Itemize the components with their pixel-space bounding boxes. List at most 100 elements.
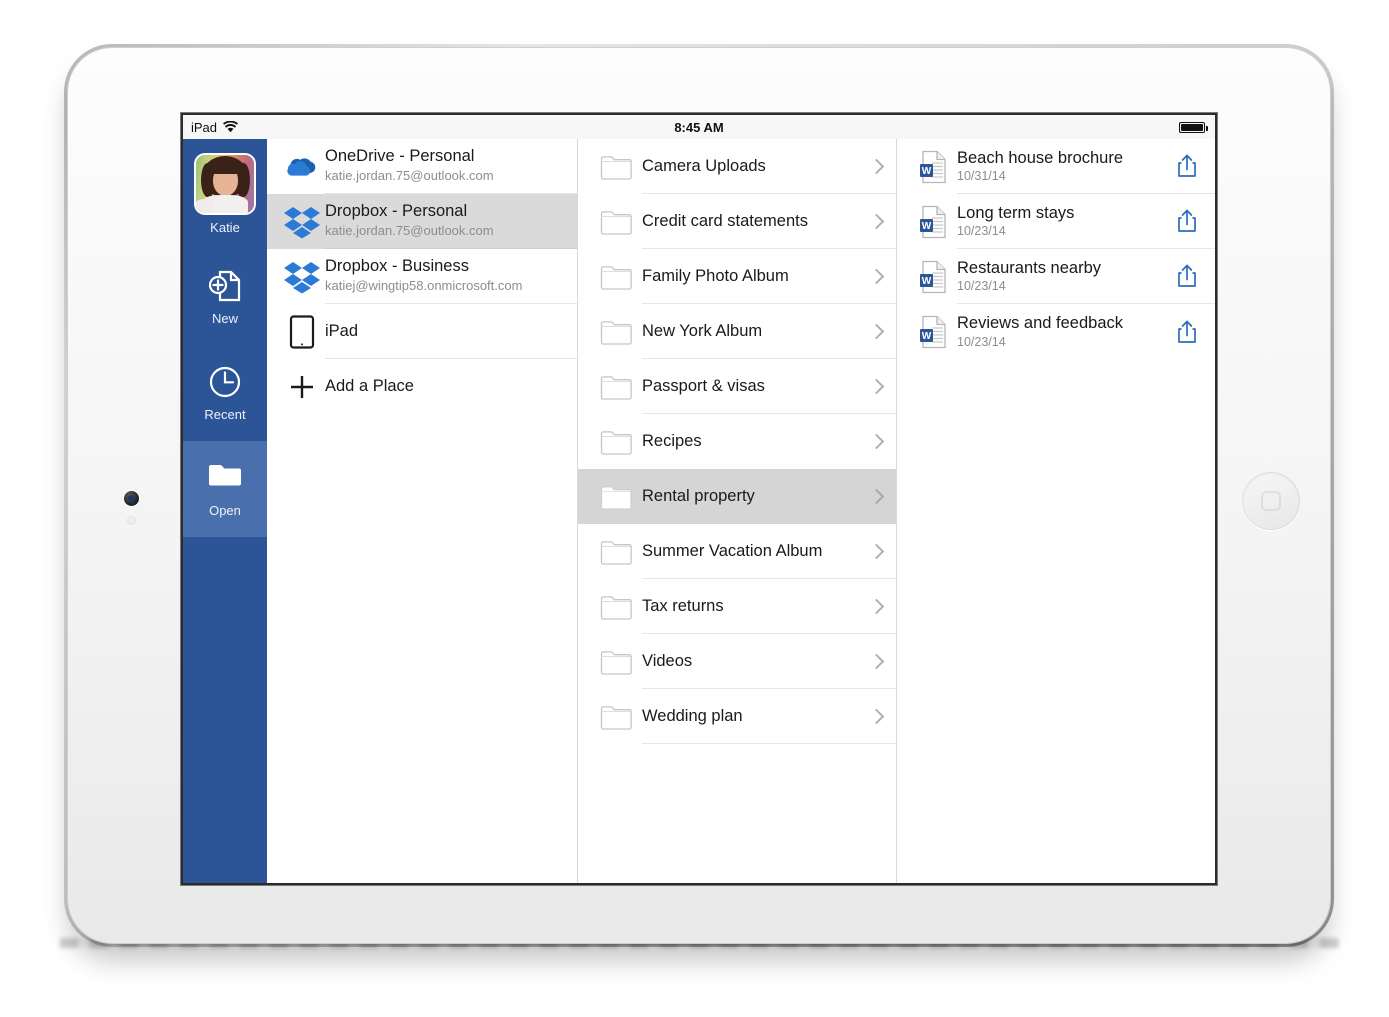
folder-row-family-photo-album[interactable]: Family Photo Album (578, 249, 896, 304)
share-icon[interactable] (1177, 154, 1197, 178)
folder-row-tax-returns[interactable]: Tax returns (578, 579, 896, 634)
place-subtitle: katiej@wingtip58.onmicrosoft.com (325, 278, 523, 294)
folder-body: Recipes (642, 414, 896, 469)
folder-name: New York Album (642, 321, 763, 340)
file-texts: Reviews and feedback 10/23/14 (957, 314, 1123, 349)
file-name: Restaurants nearby (957, 258, 1101, 277)
place-text-ipad: iPad (325, 304, 577, 359)
ipad-screen: iPad 8:45 AM Katie New Recent Open OneDr… (183, 115, 1215, 883)
folder-body: Passport & visas (642, 359, 896, 414)
folder-body: Wedding plan (642, 689, 896, 744)
account-name-label: Katie (210, 220, 240, 235)
folder-icon (590, 538, 642, 565)
folder-icon (590, 208, 642, 235)
folder-row-wedding-plan[interactable]: Wedding plan (578, 689, 896, 744)
chevron-right-icon (868, 653, 885, 669)
share-icon[interactable] (1177, 264, 1197, 288)
chevron-right-icon (868, 488, 885, 505)
sidebar-item-open-label: Open (209, 503, 241, 518)
folder-name: Family Photo Album (642, 266, 789, 285)
folder-name: Rental property (642, 487, 755, 505)
file-name: Long term stays (957, 203, 1075, 222)
plus-icon (279, 373, 325, 401)
folder-row-camera-uploads[interactable]: Camera Uploads (578, 139, 896, 194)
battery-full-icon (1179, 121, 1208, 133)
share-icon[interactable] (1177, 209, 1197, 233)
place-subtitle: katie.jordan.75@outlook.com (325, 168, 494, 184)
avatar (196, 155, 254, 213)
sidebar: Katie New Recent Open (183, 139, 267, 883)
folder-body: Camera Uploads (642, 139, 896, 194)
place-title: Dropbox - Personal (325, 202, 468, 221)
folder-icon (590, 428, 642, 455)
front-camera-lens-inner (128, 495, 134, 501)
chevron-right-icon (868, 598, 885, 614)
folder-name: Wedding plan (642, 706, 743, 725)
place-text-dropbox-business: Dropbox - Business katiej@wingtip58.onmi… (325, 249, 577, 304)
place-title: iPad (325, 321, 359, 340)
folder-icon (590, 703, 642, 730)
folder-name: Credit card statements (642, 211, 808, 230)
sidebar-item-open[interactable]: Open (183, 441, 267, 537)
file-date: 10/23/14 (957, 279, 1006, 294)
folders-column: Camera Uploads Credit card statements Fa… (578, 139, 897, 883)
place-row-dropbox-business[interactable]: Dropbox - Business katiej@wingtip58.onmi… (267, 249, 577, 304)
place-title: Add a Place (325, 377, 414, 396)
file-body: Beach house brochure 10/31/14 (957, 139, 1215, 194)
file-row-beach-house-brochure[interactable]: W Beach house brochure 10/31/14 (897, 139, 1215, 194)
account-block[interactable]: Katie (183, 139, 267, 235)
status-bar-right (1179, 115, 1208, 139)
file-date: 10/23/14 (957, 224, 1006, 239)
file-body: Reviews and feedback 10/23/14 (957, 304, 1215, 359)
file-row-reviews-and-feedback[interactable]: W Reviews and feedback 10/23/14 (897, 304, 1215, 359)
folder-row-passport-visas[interactable]: Passport & visas (578, 359, 896, 414)
file-row-long-term-stays[interactable]: W Long term stays 10/23/14 (897, 194, 1215, 249)
folder-row-credit-card-statements[interactable]: Credit card statements (578, 194, 896, 249)
folder-body: New York Album (642, 304, 896, 359)
place-text-onedrive-personal: OneDrive - Personal katie.jordan.75@outl… (325, 139, 577, 194)
place-subtitle: katie.jordan.75@outlook.com (325, 223, 494, 239)
ipad-device-icon (279, 314, 325, 349)
folder-row-videos[interactable]: Videos (578, 634, 896, 689)
folder-open-icon (207, 460, 243, 496)
folder-row-new-york-album[interactable]: New York Album (578, 304, 896, 359)
folder-row-summer-vacation-album[interactable]: Summer Vacation Album (578, 524, 896, 579)
place-row-dropbox-personal[interactable]: Dropbox - Personal katie.jordan.75@outlo… (267, 194, 577, 249)
file-row-restaurants-nearby[interactable]: W Restaurants nearby 10/23/14 (897, 249, 1215, 304)
ambient-light-sensor (127, 516, 136, 525)
chevron-right-icon (868, 268, 885, 284)
sidebar-item-new[interactable]: New (183, 249, 267, 345)
file-body: Restaurants nearby 10/23/14 (957, 249, 1215, 304)
folder-body: Videos (642, 634, 896, 689)
new-document-icon (207, 268, 243, 304)
sidebar-item-recent[interactable]: Recent (183, 345, 267, 441)
share-icon[interactable] (1177, 320, 1197, 344)
folder-icon (590, 593, 642, 620)
file-date: 10/23/14 (957, 334, 1006, 349)
home-button-square-icon (1261, 491, 1281, 511)
chevron-right-icon (868, 158, 885, 174)
chevron-right-icon (868, 323, 885, 339)
svg-text:W: W (922, 276, 932, 287)
dropbox-icon (279, 260, 325, 294)
folder-icon (590, 318, 642, 345)
folder-icon (590, 263, 642, 290)
folder-icon (590, 483, 642, 510)
folder-body: Family Photo Album (642, 249, 896, 304)
file-texts: Beach house brochure 10/31/14 (957, 149, 1123, 184)
place-row-add-a-place[interactable]: Add a Place (267, 359, 577, 414)
place-text-dropbox-personal: Dropbox - Personal katie.jordan.75@outlo… (325, 194, 577, 249)
place-row-onedrive-personal[interactable]: OneDrive - Personal katie.jordan.75@outl… (267, 139, 577, 194)
sidebar-item-recent-label: Recent (204, 407, 246, 422)
folder-row-rental-property[interactable]: Rental property (578, 469, 896, 524)
file-name: Reviews and feedback (957, 314, 1124, 333)
file-texts: Long term stays 10/23/14 (957, 204, 1074, 239)
dropbox-icon (279, 205, 325, 239)
word-document-icon: W (911, 315, 957, 349)
place-row-ipad[interactable]: iPad (267, 304, 577, 359)
clock-icon (207, 364, 243, 400)
folder-body: Summer Vacation Album (642, 524, 896, 579)
folder-row-recipes[interactable]: Recipes (578, 414, 896, 469)
folder-body: Credit card statements (642, 194, 896, 249)
file-date: 10/31/14 (957, 169, 1006, 184)
